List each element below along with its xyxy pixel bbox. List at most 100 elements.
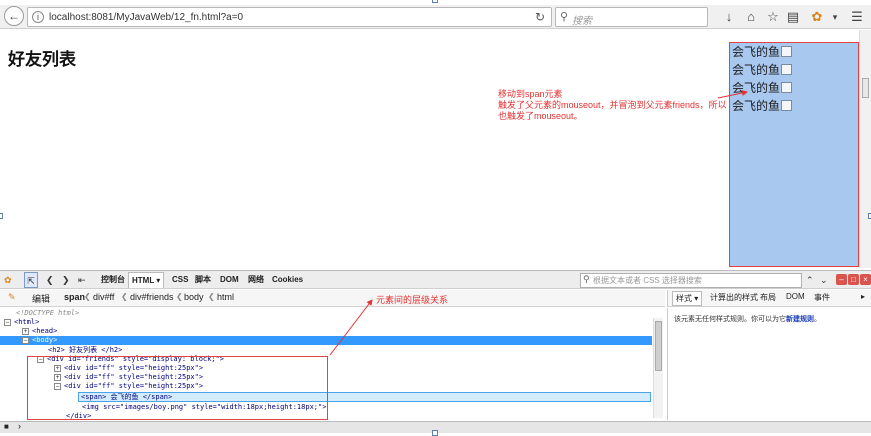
- tab-style[interactable]: 样式 ▾: [672, 291, 703, 306]
- collapse-icon[interactable]: −: [54, 383, 61, 390]
- reload-icon[interactable]: ↻: [535, 10, 545, 24]
- tab-console[interactable]: 控制台: [101, 272, 125, 288]
- annotation-line: 也触发了mouseout。: [498, 111, 583, 121]
- inspect-icon[interactable]: ⇱: [24, 272, 38, 288]
- expand-icon[interactable]: +: [54, 365, 61, 372]
- code-line-html[interactable]: − <html>: [4, 318, 39, 327]
- collapse-icon[interactable]: −: [37, 356, 44, 363]
- code-text: <div id="ff" style="height:25px">: [64, 373, 204, 381]
- friend-name[interactable]: 会飞的鱼: [732, 99, 780, 113]
- tab-events[interactable]: 事件: [814, 292, 830, 303]
- back-arrow-icon[interactable]: ❮: [46, 272, 54, 288]
- tab-script[interactable]: 脚本: [195, 272, 211, 288]
- home-icon[interactable]: ⌂: [742, 8, 760, 26]
- tab-computed[interactable]: 计算出的样式: [710, 292, 758, 303]
- style-info-prefix: 该元素无任何样式规则。你可以为它: [674, 316, 786, 323]
- code-line-h2[interactable]: <h2> 好友列表 </h2>: [48, 346, 122, 355]
- friend-item[interactable]: 会飞的鱼: [730, 43, 858, 61]
- side-tabs-scroll-icon[interactable]: ▸: [861, 292, 865, 301]
- page-scrollbar[interactable]: [859, 30, 871, 268]
- annotation-label: 元素间的层级关系: [376, 295, 449, 305]
- friend-item[interactable]: 会飞的鱼: [730, 61, 858, 79]
- code-line-ff[interactable]: + <div id="ff" style="height:25px">: [54, 373, 203, 382]
- command-line-icon[interactable]: ■: [4, 422, 9, 431]
- browser-navbar: ← i localhost:8081/MyJavaWeb/12_fn.html?…: [0, 5, 871, 29]
- detach-icon[interactable]: □: [848, 274, 859, 285]
- search-down-icon[interactable]: ⌄: [820, 272, 828, 288]
- code-line-ff[interactable]: + <div id="ff" style="height:25px">: [54, 364, 203, 373]
- collapse-icon[interactable]: −: [22, 337, 29, 344]
- friend-item[interactable]: 会飞的鱼: [730, 79, 858, 97]
- firebug-icon[interactable]: ✿: [4, 272, 12, 288]
- back-button[interactable]: ←: [4, 6, 24, 26]
- html-panel-scrollbar[interactable]: [653, 318, 663, 418]
- menu-icon[interactable]: ☰: [848, 8, 866, 26]
- devtools-search-placeholder: 根据文本或者 CSS 选择器搜索: [593, 276, 702, 285]
- info-icon[interactable]: i: [32, 11, 44, 23]
- close-icon[interactable]: ×: [860, 274, 871, 285]
- side-panel-tabs: 样式 ▾ 计算出的样式 布局 DOM 事件 ▸: [667, 290, 871, 307]
- search-up-icon[interactable]: ⌃: [806, 272, 814, 288]
- minimize-icon[interactable]: –: [836, 274, 847, 285]
- edit-icon[interactable]: ✎: [8, 292, 16, 303]
- firebug-icon[interactable]: ✿: [808, 8, 826, 26]
- resize-handle-left[interactable]: [0, 213, 3, 219]
- edit-button[interactable]: 编辑: [32, 292, 50, 305]
- code-line-friends[interactable]: − <div id="friends" style="display: block…: [37, 355, 224, 364]
- code-line-span[interactable]: <span> 会飞的鱼 </span>: [78, 392, 651, 402]
- tab-dom[interactable]: DOM: [220, 272, 239, 288]
- boy-icon: [781, 64, 793, 75]
- scroll-thumb[interactable]: [862, 78, 869, 98]
- tab-layout[interactable]: 布局: [760, 292, 776, 303]
- code-line-div-close[interactable]: </div>: [66, 412, 91, 420]
- code-line-head[interactable]: + <head>: [22, 327, 57, 336]
- url-bar[interactable]: i localhost:8081/MyJavaWeb/12_fn.html?a=…: [27, 7, 552, 27]
- annotation-line: 移动到span元素: [498, 89, 563, 99]
- expand-icon[interactable]: +: [54, 374, 61, 381]
- devtools-search-input[interactable]: ⚲ 根据文本或者 CSS 选择器搜索: [580, 273, 802, 288]
- code-line-ff[interactable]: − <div id="ff" style="height:25px">: [54, 382, 203, 391]
- boy-icon: [781, 46, 793, 57]
- tab-css[interactable]: CSS: [172, 272, 188, 288]
- crumb-body[interactable]: body: [184, 292, 204, 302]
- friend-name[interactable]: 会飞的鱼: [732, 63, 780, 77]
- forward-arrow-icon[interactable]: ❯: [62, 272, 70, 288]
- prompt-icon: ›: [18, 421, 21, 431]
- search-icon: ⚲: [560, 11, 569, 23]
- collapse-icon[interactable]: −: [4, 319, 11, 326]
- search-bar[interactable]: ⚲ 搜索: [555, 7, 708, 27]
- new-rule-link[interactable]: 新建规则: [786, 316, 814, 323]
- code-text: <div id="friends" style="display: block;…: [47, 355, 225, 363]
- friend-name[interactable]: 会飞的鱼: [732, 81, 780, 95]
- bookmark-star-icon[interactable]: ☆: [764, 8, 782, 26]
- boy-icon: [781, 82, 793, 93]
- dropdown-icon[interactable]: ▾: [826, 8, 844, 26]
- resize-handle-top[interactable]: [432, 0, 438, 3]
- crumb-html[interactable]: html: [217, 292, 234, 302]
- scroll-thumb[interactable]: [655, 321, 662, 371]
- friends-list[interactable]: 会飞的鱼 会飞的鱼 会飞的鱼 会飞的鱼: [729, 42, 859, 267]
- command-line-icon[interactable]: ⇤: [78, 272, 86, 288]
- tab-network[interactable]: 网络: [248, 272, 264, 288]
- crumb-div-friends[interactable]: div#friends: [130, 292, 174, 302]
- crumb-separator-icon: ❮: [176, 292, 183, 301]
- style-info-suffix: 。: [814, 316, 821, 323]
- code-line-img[interactable]: <img src="images/boy.png" style="width:1…: [82, 403, 326, 412]
- tab-html[interactable]: HTML ▾: [128, 272, 165, 288]
- crumb-div-ff[interactable]: div#ff: [93, 292, 114, 302]
- download-icon[interactable]: ↓: [720, 8, 738, 26]
- search-icon: ⚲: [583, 274, 590, 284]
- crumb-span[interactable]: span: [64, 292, 85, 302]
- friend-item[interactable]: 会飞的鱼: [730, 97, 858, 115]
- code-line-doctype[interactable]: <!DOCTYPE html>: [16, 309, 79, 318]
- url-text: localhost:8081/MyJavaWeb/12_fn.html?a=0: [49, 12, 244, 23]
- resize-handle-bottom[interactable]: [432, 430, 438, 436]
- expand-icon[interactable]: +: [22, 328, 29, 335]
- code-line-body[interactable]: − <body>: [0, 336, 652, 345]
- friend-name[interactable]: 会飞的鱼: [732, 45, 780, 59]
- reading-list-icon[interactable]: ▤: [784, 8, 802, 26]
- tab-cookies[interactable]: Cookies: [272, 272, 303, 288]
- tab-side-dom[interactable]: DOM: [786, 292, 805, 301]
- breadcrumb: ✎ 编辑 span ❮ div#ff ❮ div#friends ❮ body …: [0, 290, 665, 307]
- crumb-separator-icon: ❮: [84, 292, 91, 301]
